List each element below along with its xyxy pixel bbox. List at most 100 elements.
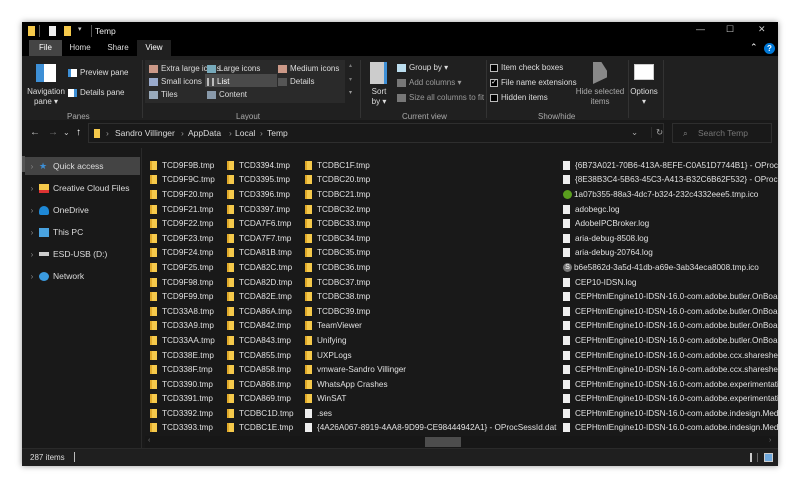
maximize-button[interactable]: ☐	[726, 24, 734, 35]
file-item[interactable]: TCDA81B.tmp	[227, 246, 303, 261]
file-item[interactable]: CEPHtmlEngine10-IDSN-16.0-com.adobe.butl…	[563, 333, 778, 348]
file-item[interactable]: TCDA86A.tmp	[227, 304, 303, 319]
tab-view[interactable]: View	[137, 40, 171, 56]
file-item[interactable]: CEPHtmlEngine10-IDSN-16.0-com.adobe.ccx.…	[563, 362, 778, 377]
file-item[interactable]: TCD9F9B.tmp	[150, 158, 225, 173]
sort-by-button[interactable]: Sort by ▾	[366, 87, 392, 107]
breadcrumb-separator[interactable]: ›	[229, 128, 232, 138]
file-item[interactable]: WhatsApp Crashes	[305, 377, 560, 392]
file-item[interactable]: TCD3392.tmp	[150, 406, 225, 421]
file-item[interactable]: TCD33A8.tmp	[150, 304, 225, 319]
file-item[interactable]: TCDBC21.tmp	[305, 187, 560, 202]
nav-item-quick-access[interactable]: › ★ Quick access	[25, 157, 140, 175]
file-item[interactable]: CEPHtmlEngine10-IDSN-16.0-com.adobe.inde…	[563, 406, 778, 421]
file-item[interactable]: CEPHtmlEngine10-IDSN-16.0-com.adobe.expe…	[563, 377, 778, 392]
size-all-columns-button[interactable]: Size all columns to fit	[397, 93, 484, 102]
file-item[interactable]: TCDA842.tmp	[227, 319, 303, 334]
file-item[interactable]: adobegc.log	[563, 202, 778, 217]
file-item[interactable]: TCDA7F7.tmp	[227, 231, 303, 246]
file-item[interactable]: TCD3391.tmp	[150, 392, 225, 407]
nav-item-onedrive[interactable]: › OneDrive	[25, 201, 140, 219]
file-item[interactable]: TCDBC39.tmp	[305, 304, 560, 319]
file-item[interactable]: CEPHtmlEngine10-IDSN-16.0-com.adobe.butl…	[563, 319, 778, 334]
checkbox[interactable]	[490, 93, 498, 102]
file-item[interactable]: WinSAT	[305, 392, 560, 407]
file-item[interactable]: TCD9F98.tmp	[150, 275, 225, 290]
file-item[interactable]: TCD3394.tmp	[227, 158, 303, 173]
address-history-chevron-icon[interactable]: ⌄	[631, 127, 638, 138]
file-item[interactable]: CEPHtmlEngine10-IDSN-16.0-com.adobe.inde…	[563, 421, 778, 436]
scroll-right-arrow-icon[interactable]: ›	[769, 437, 771, 444]
file-item[interactable]: TCDBC37.tmp	[305, 275, 560, 290]
gallery-expand-icon[interactable]: ▾	[349, 89, 352, 96]
file-item[interactable]: TCD9F25.tmp	[150, 260, 225, 275]
file-item[interactable]: TCD9F24.tmp	[150, 246, 225, 261]
nav-item-network[interactable]: › Network	[25, 267, 140, 285]
file-item[interactable]: .ses	[305, 406, 560, 421]
preview-pane-button[interactable]: Preview pane	[68, 68, 128, 77]
file-item[interactable]: TCDA858.tmp	[227, 362, 303, 377]
expand-chevron-icon[interactable]: ›	[25, 162, 39, 171]
file-item[interactable]: TCDBC35.tmp	[305, 246, 560, 261]
file-item[interactable]: TCDBC20.tmp	[305, 173, 560, 188]
file-item[interactable]: CEP10-IDSN.log	[563, 275, 778, 290]
file-item[interactable]: TCD9F9C.tmp	[150, 173, 225, 188]
file-item[interactable]: TCD3390.tmp	[150, 377, 225, 392]
file-item[interactable]: aria-debug-20764.log	[563, 246, 778, 261]
hidden-items-checkbox[interactable]: Hidden items	[490, 93, 548, 102]
file-item[interactable]: TeamViewer	[305, 319, 560, 334]
expand-chevron-icon[interactable]: ›	[25, 272, 39, 281]
close-button[interactable]: ✕	[758, 24, 766, 35]
layout-large-icons[interactable]: Large icons	[207, 64, 260, 73]
file-item[interactable]: UXPLogs	[305, 348, 560, 363]
scroll-left-arrow-icon[interactable]: ‹	[148, 437, 150, 444]
file-item[interactable]: TCD9F23.tmp	[150, 231, 225, 246]
file-item[interactable]: TCDA82E.tmp	[227, 289, 303, 304]
refresh-icon[interactable]: ↻	[651, 127, 663, 138]
breadcrumb-appdata[interactable]: AppData	[188, 128, 221, 138]
add-columns-button[interactable]: Add columns ▾	[397, 78, 461, 87]
expand-chevron-icon[interactable]: ›	[25, 184, 39, 193]
file-item[interactable]: TCD3393.tmp	[150, 421, 225, 436]
layout-details[interactable]: Details	[278, 77, 314, 86]
group-by-button[interactable]: Group by ▾	[397, 63, 448, 72]
minimize-button[interactable]: —	[696, 24, 705, 34]
help-icon[interactable]: ?	[764, 43, 775, 54]
file-item[interactable]: TCDBC32.tmp	[305, 202, 560, 217]
hide-selected-items-icon[interactable]	[593, 62, 607, 84]
file-item[interactable]: CEPHtmlEngine10-IDSN-16.0-com.adobe.butl…	[563, 304, 778, 319]
file-item[interactable]: CEPHtmlEngine10-IDSN-16.0-com.adobe.expe…	[563, 392, 778, 407]
navigation-pane-icon[interactable]	[36, 64, 56, 82]
file-item[interactable]: TCDA855.tmp	[227, 348, 303, 363]
horizontal-scrollbar[interactable]: ‹ ›	[145, 436, 778, 448]
layout-list[interactable]: List	[207, 77, 229, 86]
breadcrumb-local[interactable]: Local	[235, 128, 255, 138]
file-item[interactable]: CEPHtmlEngine10-IDSN-16.0-com.adobe.ccx.…	[563, 348, 778, 363]
file-item[interactable]: TCD9F99.tmp	[150, 289, 225, 304]
scrollbar-thumb[interactable]	[425, 437, 461, 447]
details-view-icon[interactable]	[750, 453, 758, 462]
breadcrumb-sandro-villinger[interactable]: Sandro Villinger	[115, 128, 175, 138]
search-box[interactable]: ⌕ Search Temp	[672, 123, 772, 143]
file-item[interactable]: TCDA843.tmp	[227, 333, 303, 348]
breadcrumb-separator[interactable]: ›	[260, 128, 263, 138]
sort-by-icon[interactable]	[370, 62, 387, 84]
file-item[interactable]: {8E38B3C4-5B63-45C3-A413-B32C6B62F532} -…	[563, 173, 778, 188]
file-item[interactable]: TCDBC34.tmp	[305, 231, 560, 246]
file-item[interactable]: TCD338E.tmp	[150, 348, 225, 363]
up-button[interactable]: ↑	[76, 127, 81, 138]
file-item[interactable]: TCDBC1F.tmp	[305, 158, 560, 173]
customize-toolbar-chevron-icon[interactable]: ▾	[78, 25, 82, 33]
properties-icon[interactable]	[49, 26, 56, 36]
file-item[interactable]: TCDBC36.tmp	[305, 260, 560, 275]
address-bar[interactable]: › Sandro Villinger › AppData › Local › T…	[88, 123, 664, 143]
nav-item-esd-usb[interactable]: › ESD-USB (D:)	[25, 245, 140, 263]
file-item[interactable]: TCD33AA.tmp	[150, 333, 225, 348]
layout-content[interactable]: Content	[207, 90, 247, 99]
file-item[interactable]: Sb6e5862d-3a5d-41db-a69e-3ab34eca8008.tm…	[563, 260, 778, 275]
file-item[interactable]: TCD33A9.tmp	[150, 319, 225, 334]
options-icon[interactable]	[634, 64, 654, 80]
breadcrumb-separator[interactable]: ›	[106, 128, 109, 138]
nav-item-creative-cloud-files[interactable]: › Creative Cloud Files	[25, 179, 140, 197]
gallery-scroll-down-icon[interactable]: ▾	[349, 76, 352, 83]
